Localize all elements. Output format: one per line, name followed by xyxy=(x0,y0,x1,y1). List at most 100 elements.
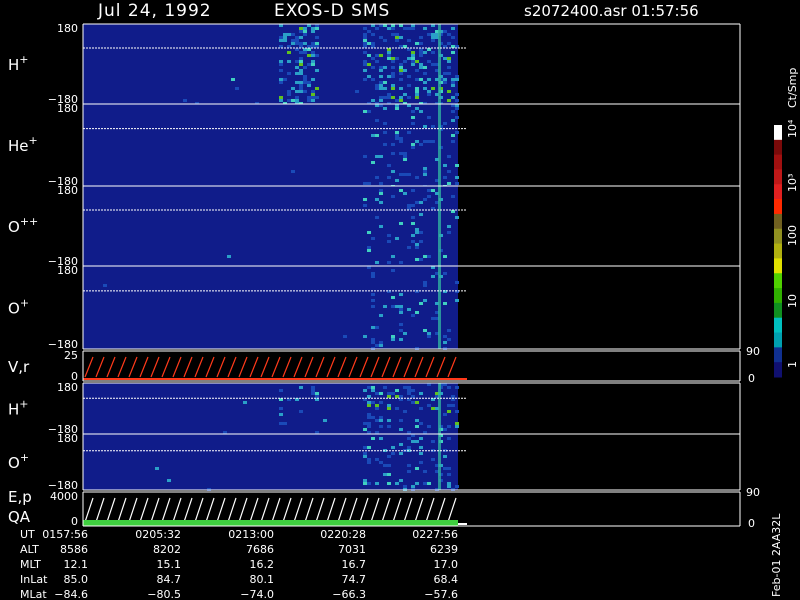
spectrogram-cell xyxy=(451,395,455,398)
y-tick-top: 180 xyxy=(57,184,78,197)
y-tick-top: 180 xyxy=(57,381,78,394)
colorbar-segment xyxy=(774,362,782,378)
time-table-row-label: ALT xyxy=(20,543,39,556)
spectrogram-cell xyxy=(399,66,403,69)
spectrogram-cell xyxy=(415,107,419,110)
spectrogram-cell xyxy=(399,78,403,81)
time-table-cell: 12.1 xyxy=(64,558,89,571)
spectrogram-cell xyxy=(379,419,383,422)
spectrogram-cell xyxy=(315,69,319,72)
spectrogram-cell xyxy=(431,458,435,461)
spectrogram-cell xyxy=(411,54,415,57)
spectrogram-cell xyxy=(287,60,291,63)
spectrogram-cell xyxy=(283,422,287,425)
spectrogram-cell xyxy=(431,125,435,128)
spectrogram-cell xyxy=(303,90,307,93)
spectrogram-cell xyxy=(307,54,311,57)
time-table-cell: 0220:28 xyxy=(320,528,366,541)
spectrogram-cell xyxy=(419,231,423,234)
spectrogram-cell xyxy=(415,231,419,234)
spectrogram-cell xyxy=(427,404,431,407)
spectrogram-cell xyxy=(387,240,391,243)
spectrogram-cell xyxy=(379,54,383,57)
spectrogram-cell xyxy=(443,335,447,338)
y-tick-top: 180 xyxy=(57,102,78,115)
spectrogram-cell xyxy=(419,143,423,146)
spectrogram-cell xyxy=(303,30,307,33)
spectrogram-cell xyxy=(167,479,171,482)
colorbar-segment xyxy=(774,288,782,304)
spectrogram-cell xyxy=(455,131,459,134)
panel-8: 4000 0 E,p QA 90 0 xyxy=(8,486,760,530)
spectrogram-cell xyxy=(279,99,283,102)
spectrogram-cell xyxy=(243,401,247,404)
spectrogram-cell xyxy=(363,155,367,158)
spectrogram-cell xyxy=(427,189,431,192)
spectrogram-cell xyxy=(419,240,423,243)
y-tick-top: 180 xyxy=(57,264,78,277)
spectrogram-cell xyxy=(423,140,427,143)
spectrogram-cell xyxy=(415,425,419,428)
spectrogram-cell xyxy=(423,299,427,302)
spectrogram-cell xyxy=(367,416,371,419)
spectrogram-cell xyxy=(423,125,427,128)
spectrogram-cell xyxy=(411,122,415,125)
spectrogram-cell xyxy=(375,119,379,122)
spectrogram-cell xyxy=(311,51,315,54)
spectrogram-cell xyxy=(391,392,395,395)
time-table-row-label: UT xyxy=(20,528,35,541)
spectrogram-cell xyxy=(399,323,403,326)
spectrogram-cell xyxy=(367,422,371,425)
spectrogram-cell xyxy=(295,90,299,93)
spectrogram-cell xyxy=(379,182,383,185)
spectrogram-cell xyxy=(411,314,415,317)
spectrogram-cell xyxy=(403,410,407,413)
spectrogram-cell xyxy=(299,63,303,66)
spectrogram-cell xyxy=(407,392,411,395)
spectrogram-cell xyxy=(419,392,423,395)
spectrogram-cell xyxy=(399,395,403,398)
spectrogram-cell xyxy=(423,87,427,90)
spectrogram-cell xyxy=(395,137,399,140)
spectrogram-cell xyxy=(279,389,283,392)
spectrogram-cell xyxy=(423,51,427,54)
spectrogram-cell xyxy=(375,87,379,90)
emission-streak xyxy=(438,266,441,349)
spectrogram-cell xyxy=(379,314,383,317)
spectrogram-cell xyxy=(375,261,379,264)
spectrogram-cell xyxy=(375,134,379,137)
time-table-cell: 7031 xyxy=(338,543,366,556)
spectrogram-cell xyxy=(407,308,411,311)
spectrogram-cell xyxy=(283,78,287,81)
spectrogram-cell xyxy=(323,419,327,422)
spectrogram-cell xyxy=(371,161,375,164)
spectrogram-cell xyxy=(431,36,435,39)
spectrogram-cell xyxy=(395,107,399,110)
spectrogram-cell xyxy=(415,42,419,45)
spectrogram-cell xyxy=(375,27,379,30)
spectrogram-cell xyxy=(431,189,435,192)
spectrogram-cell xyxy=(367,404,371,407)
panel-label: H+ xyxy=(8,53,29,74)
spectrogram-cell xyxy=(399,87,403,90)
spectrogram-cell xyxy=(383,107,387,110)
spectrogram-cell xyxy=(303,78,307,81)
spectrogram-cell xyxy=(367,30,371,33)
spectrogram-cell xyxy=(311,389,315,392)
spectrogram-cell xyxy=(415,69,419,72)
spectrogram-cell xyxy=(299,30,303,33)
right-tick-bottom: 0 xyxy=(748,372,755,385)
spectrogram-cell xyxy=(447,170,451,173)
spectrogram-cell xyxy=(395,395,399,398)
spectrogram-cell xyxy=(307,96,311,99)
spectrogram-cell xyxy=(363,455,367,458)
spectrogram-cell xyxy=(311,93,315,96)
spectrogram-cell xyxy=(383,305,387,308)
spectrogram-cell xyxy=(379,69,383,72)
spectrogram-cell xyxy=(431,440,435,443)
spectrogram-cell xyxy=(411,204,415,207)
spectrogram-cell xyxy=(299,81,303,84)
spectrogram-cell xyxy=(455,216,459,219)
spectrogram-cell xyxy=(451,81,455,84)
spectrogram-cell xyxy=(299,84,303,87)
